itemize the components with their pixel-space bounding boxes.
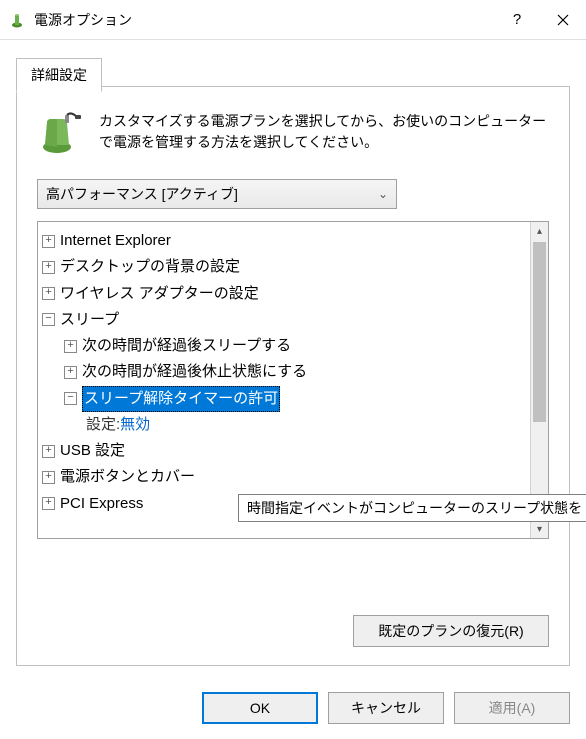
collapse-icon[interactable]: −	[64, 392, 77, 405]
tree-item-label: 次の時間が経過後スリープする	[82, 333, 291, 359]
scrollbar-vertical[interactable]: ▴ ▾	[530, 222, 548, 538]
tree-item-label: 電源ボタンとカバー	[60, 464, 195, 490]
tree-item-label: デスクトップの背景の設定	[60, 254, 240, 280]
ok-button[interactable]: OK	[202, 692, 318, 724]
power-plan-value: 高パフォーマンス [アクティブ]	[46, 184, 238, 204]
tree-item-label: 次の時間が経過後休止状態にする	[82, 359, 307, 385]
tree-item-label: スリープ	[60, 307, 119, 333]
close-button[interactable]	[540, 0, 586, 40]
power-plan-icon	[37, 107, 85, 155]
settings-tree[interactable]: + Internet Explorer + デスクトップの背景の設定 + ワイヤレス アダ…	[38, 222, 530, 538]
tree-item[interactable]: + USB 設定	[42, 438, 526, 464]
window-title: 電源オプション	[34, 10, 494, 30]
expand-icon[interactable]: +	[42, 235, 55, 248]
expand-icon[interactable]: +	[64, 366, 77, 379]
power-options-icon	[8, 11, 26, 29]
expand-icon[interactable]: +	[42, 287, 55, 300]
dialog-buttons: OK キャンセル 適用(A)	[0, 678, 586, 738]
tree-item[interactable]: + ワイヤレス アダプターの設定	[42, 281, 526, 307]
scroll-thumb[interactable]	[533, 242, 546, 422]
tree-item-label: ワイヤレス アダプターの設定	[60, 281, 259, 307]
tree-item-label: PCI Express	[60, 491, 143, 517]
tab-advanced-settings[interactable]: 詳細設定	[16, 58, 102, 92]
tree-item[interactable]: + Internet Explorer	[42, 228, 526, 254]
scroll-up-arrow[interactable]: ▴	[531, 222, 548, 240]
tab-panel: カスタマイズする電源プランを選択してから、お使いのコンピューターで電源を管理する…	[16, 86, 570, 666]
tree-item[interactable]: −スリープ解除タイマーの許可	[42, 386, 526, 412]
tree-item-label: Internet Explorer	[60, 228, 171, 254]
tree-item[interactable]: + デスクトップの背景の設定	[42, 254, 526, 280]
expand-icon[interactable]: +	[42, 471, 55, 484]
chevron-down-icon: ⌄	[378, 187, 388, 201]
scroll-down-arrow[interactable]: ▾	[531, 520, 548, 538]
help-button[interactable]: ?	[494, 0, 540, 40]
expand-icon[interactable]: +	[42, 261, 55, 274]
tree-item[interactable]: + 次の時間が経過後スリープする	[42, 333, 526, 359]
description-text: カスタマイズする電源プランを選択してから、お使いのコンピューターで電源を管理する…	[99, 107, 549, 155]
power-plan-selector[interactable]: 高パフォーマンス [アクティブ] ⌄	[37, 179, 397, 209]
tree-item[interactable]: 設定: 無効	[42, 412, 526, 438]
settings-tree-container: + Internet Explorer + デスクトップの背景の設定 + ワイヤレス アダ…	[37, 221, 549, 539]
tree-item-label: USB 設定	[60, 438, 125, 464]
cancel-button[interactable]: キャンセル	[328, 692, 444, 724]
collapse-icon[interactable]: −	[42, 313, 55, 326]
setting-label: 設定:	[86, 412, 120, 438]
tree-item[interactable]: + 次の時間が経過後休止状態にする	[42, 359, 526, 385]
content-area: 詳細設定 カスタマイズする電源プランを選択してから、お使いのコンピューターで電源…	[0, 40, 586, 678]
tree-item[interactable]: −スリープ	[42, 307, 526, 333]
expand-icon[interactable]: +	[42, 497, 55, 510]
tooltip: 時間指定イベントがコンピューターのスリープ状態を	[238, 494, 586, 522]
setting-value[interactable]: 無効	[120, 412, 150, 438]
restore-defaults-button[interactable]: 既定のプランの復元(R)	[353, 615, 549, 647]
tree-item[interactable]: + 電源ボタンとカバー	[42, 464, 526, 490]
tree-item-label: スリープ解除タイマーの許可	[82, 386, 280, 412]
titlebar: 電源オプション ?	[0, 0, 586, 40]
expand-icon[interactable]: +	[42, 445, 55, 458]
expand-icon[interactable]: +	[64, 340, 77, 353]
apply-button[interactable]: 適用(A)	[454, 692, 570, 724]
